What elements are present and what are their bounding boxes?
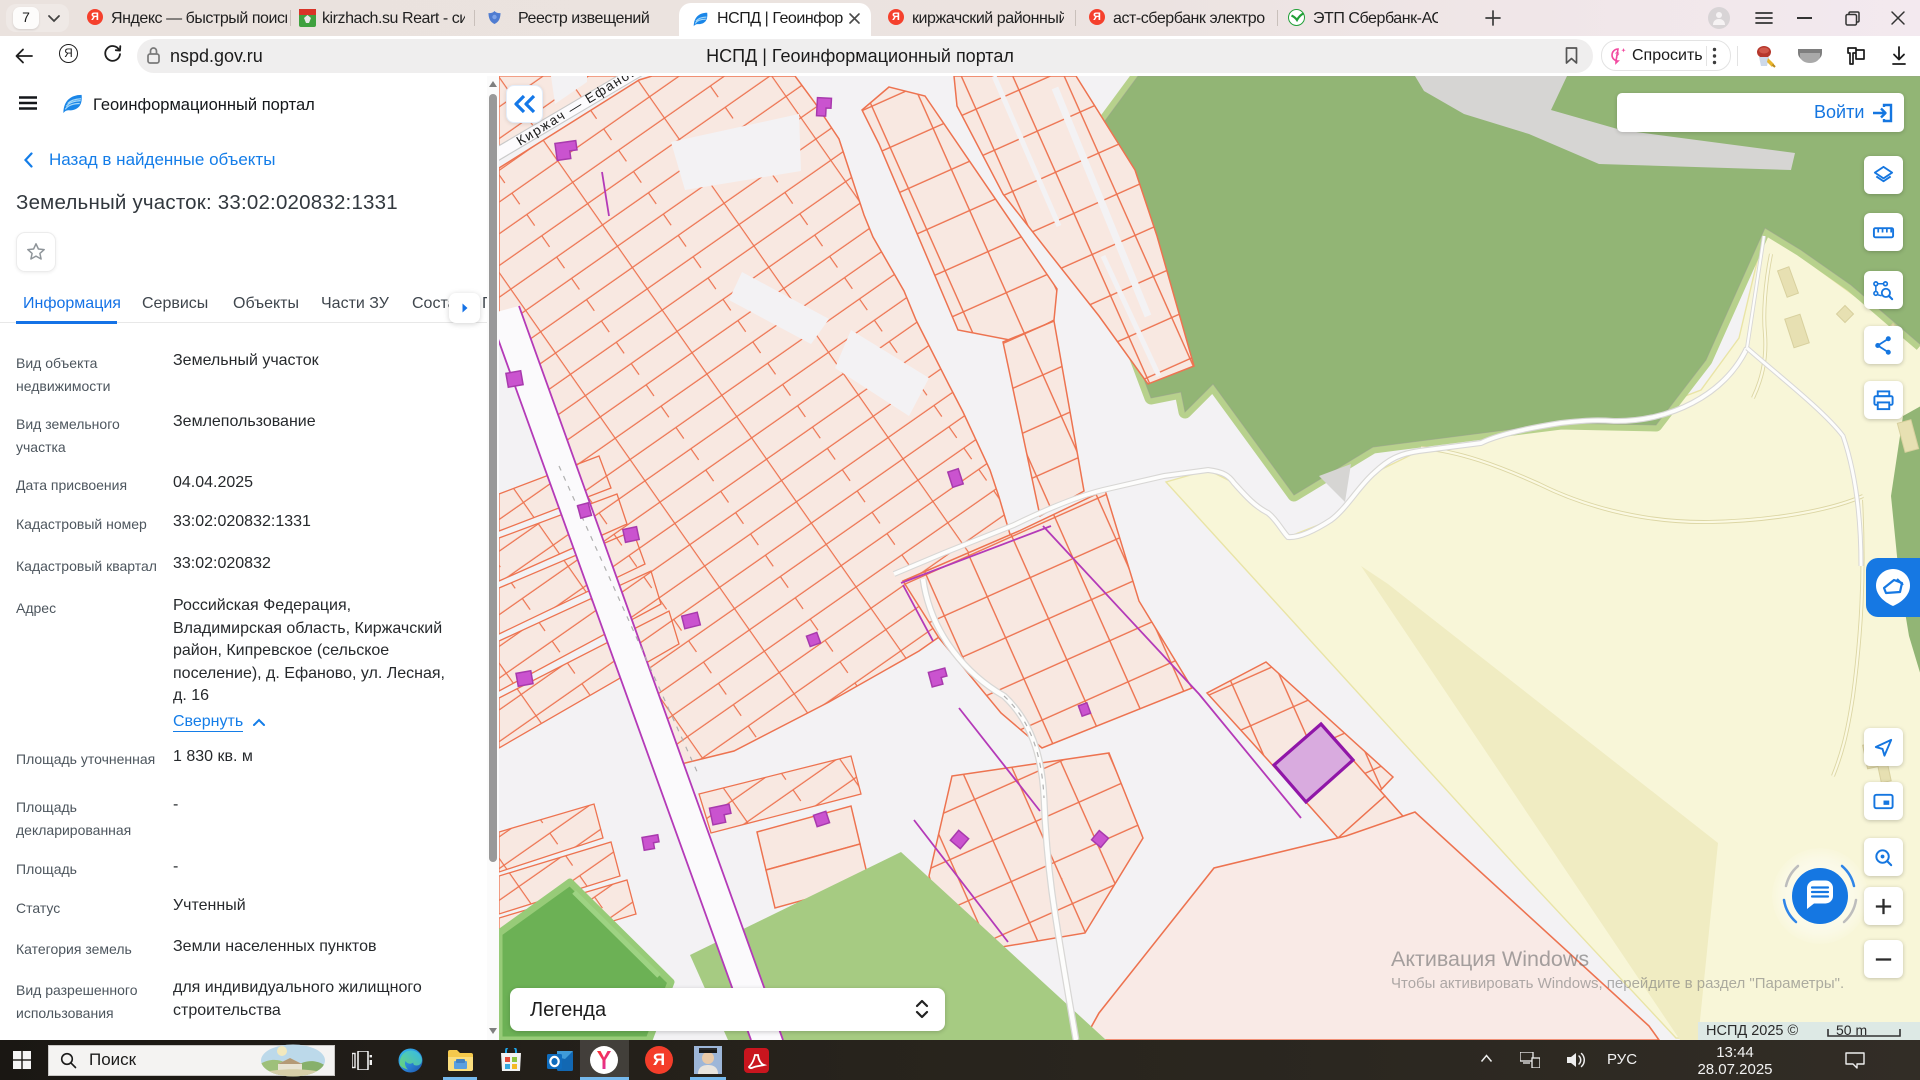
svg-text:?: ? [1615,51,1620,60]
